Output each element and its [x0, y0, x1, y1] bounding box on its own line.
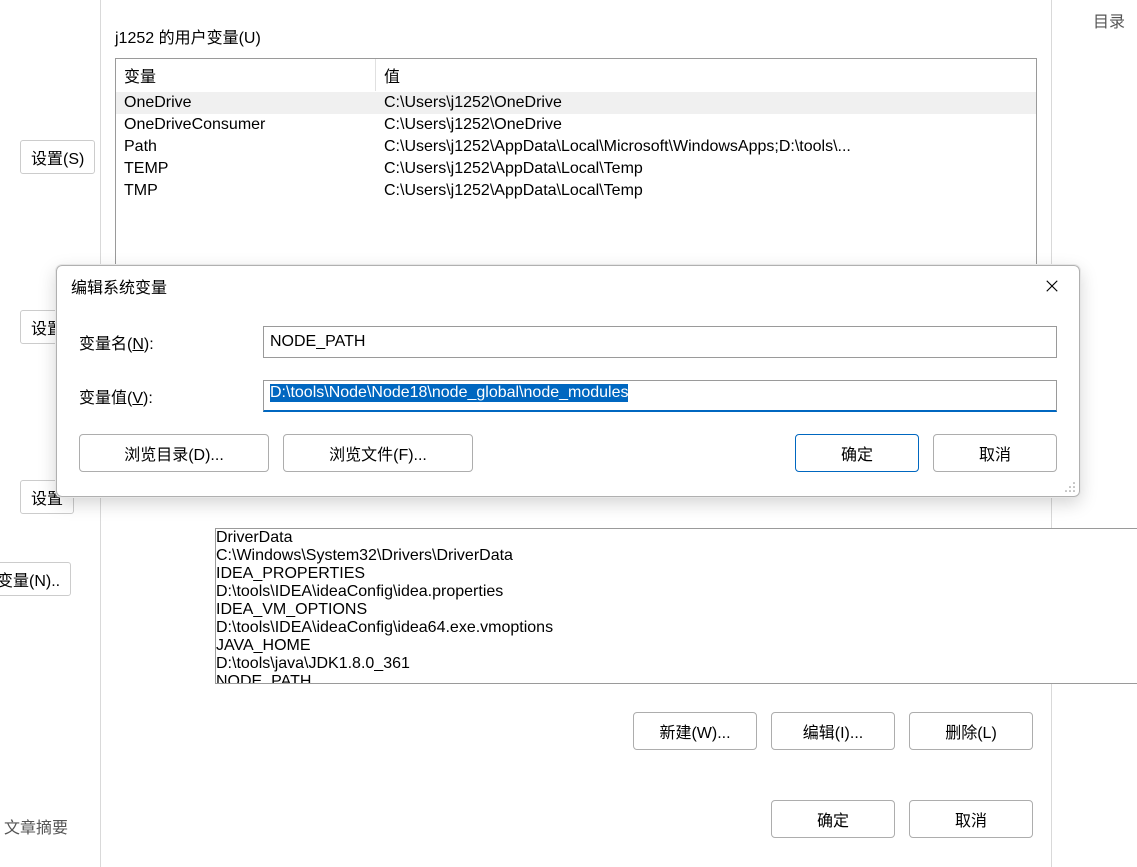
var-name-cell: NODE_PATH: [216, 673, 1137, 684]
var-value-cell: C:\Users\j1252\AppData\Local\Microsoft\W…: [376, 136, 1036, 158]
article-abstract-label: 文章摘要: [4, 814, 68, 838]
new-button[interactable]: 新建(W)...: [633, 712, 757, 750]
system-vars-button-row: 新建(W)... 编辑(I)... 删除(L): [633, 712, 1033, 750]
table-row[interactable]: NODE_PATHD:\tools\Node\Node18\node_globa…: [216, 673, 1137, 684]
variable-name-input[interactable]: [263, 326, 1057, 358]
var-value-cell: C:\Users\j1252\OneDrive: [376, 92, 1036, 114]
variable-value-row: 变量值(V): D:\tools\Node\Node18\node_global…: [79, 380, 1057, 412]
resize-grip-icon[interactable]: [1062, 479, 1076, 493]
edit-button[interactable]: 编辑(I)...: [771, 712, 895, 750]
variable-value-label: 变量值(V):: [79, 384, 245, 408]
var-name-cell: Path: [116, 136, 376, 158]
system-vars-table[interactable]: DriverDataC:\Windows\System32\Drivers\Dr…: [215, 528, 1137, 684]
user-vars-section-title: j1252 的用户变量(U): [115, 24, 1051, 48]
var-name-cell: DriverData: [216, 529, 1137, 547]
var-value-cell: D:\tools\IDEA\ideaConfig\idea64.exe.vmop…: [216, 619, 1137, 637]
browse-file-button[interactable]: 浏览文件(F)...: [283, 434, 473, 472]
var-name-cell: OneDrive: [116, 92, 376, 114]
partial-button-settings-1: 设置(S): [20, 140, 95, 174]
header-value[interactable]: 值: [376, 59, 1036, 91]
toc-label: 目录: [1093, 8, 1125, 32]
close-icon[interactable]: [1033, 272, 1071, 300]
var-value-cell: D:\tools\IDEA\ideaConfig\idea.properties: [216, 583, 1137, 601]
delete-button[interactable]: 删除(L): [909, 712, 1033, 750]
var-name-cell: JAVA_HOME: [216, 637, 1137, 655]
table-row[interactable]: TMPC:\Users\j1252\AppData\Local\Temp: [116, 180, 1036, 202]
var-name-cell: TEMP: [116, 158, 376, 180]
table-row[interactable]: JAVA_HOMED:\tools\java\JDK1.8.0_361: [216, 637, 1137, 673]
dialog-title: 编辑系统变量: [71, 274, 167, 298]
table-header: 变量 值: [116, 59, 1036, 92]
browse-directory-button[interactable]: 浏览目录(D)...: [79, 434, 269, 472]
dialog-button-row: 浏览目录(D)... 浏览文件(F)... 确定 取消: [79, 434, 1057, 472]
table-row[interactable]: OneDriveConsumerC:\Users\j1252\OneDrive: [116, 114, 1036, 136]
main-button-row: 确定 取消: [771, 800, 1033, 838]
dialog-titlebar: 编辑系统变量: [57, 266, 1079, 306]
edit-system-variable-dialog: 编辑系统变量 变量名(N): 变量值(V): D:\tools\Node\Nod…: [56, 265, 1080, 497]
table-row[interactable]: OneDriveC:\Users\j1252\OneDrive: [116, 92, 1036, 114]
table-row[interactable]: TEMPC:\Users\j1252\AppData\Local\Temp: [116, 158, 1036, 180]
dialog-cancel-button[interactable]: 取消: [933, 434, 1057, 472]
var-value-cell: C:\Users\j1252\AppData\Local\Temp: [376, 158, 1036, 180]
var-name-cell: TMP: [116, 180, 376, 202]
var-value-cell: C:\Windows\System32\Drivers\DriverData: [216, 547, 1137, 565]
table-row[interactable]: DriverDataC:\Windows\System32\Drivers\Dr…: [216, 529, 1137, 565]
header-name[interactable]: 变量: [116, 59, 376, 91]
table-row[interactable]: PathC:\Users\j1252\AppData\Local\Microso…: [116, 136, 1036, 158]
var-name-cell: IDEA_PROPERTIES: [216, 565, 1137, 583]
variable-name-row: 变量名(N):: [79, 326, 1057, 358]
cancel-button[interactable]: 取消: [909, 800, 1033, 838]
table-row[interactable]: IDEA_PROPERTIESD:\tools\IDEA\ideaConfig\…: [216, 565, 1137, 601]
var-name-cell: IDEA_VM_OPTIONS: [216, 601, 1137, 619]
dialog-ok-button[interactable]: 确定: [795, 434, 919, 472]
ok-button[interactable]: 确定: [771, 800, 895, 838]
variable-value-input[interactable]: [263, 380, 1057, 412]
partial-button-env-vars: 境变量(N)..: [0, 562, 71, 596]
var-value-cell: C:\Users\j1252\OneDrive: [376, 114, 1036, 136]
variable-name-label: 变量名(N):: [79, 330, 245, 354]
var-name-cell: OneDriveConsumer: [116, 114, 376, 136]
user-vars-table[interactable]: 变量 值 OneDriveC:\Users\j1252\OneDriveOneD…: [115, 58, 1037, 283]
table-row[interactable]: IDEA_VM_OPTIONSD:\tools\IDEA\ideaConfig\…: [216, 601, 1137, 637]
var-value-cell: D:\tools\java\JDK1.8.0_361: [216, 655, 1137, 673]
var-value-cell: C:\Users\j1252\AppData\Local\Temp: [376, 180, 1036, 202]
